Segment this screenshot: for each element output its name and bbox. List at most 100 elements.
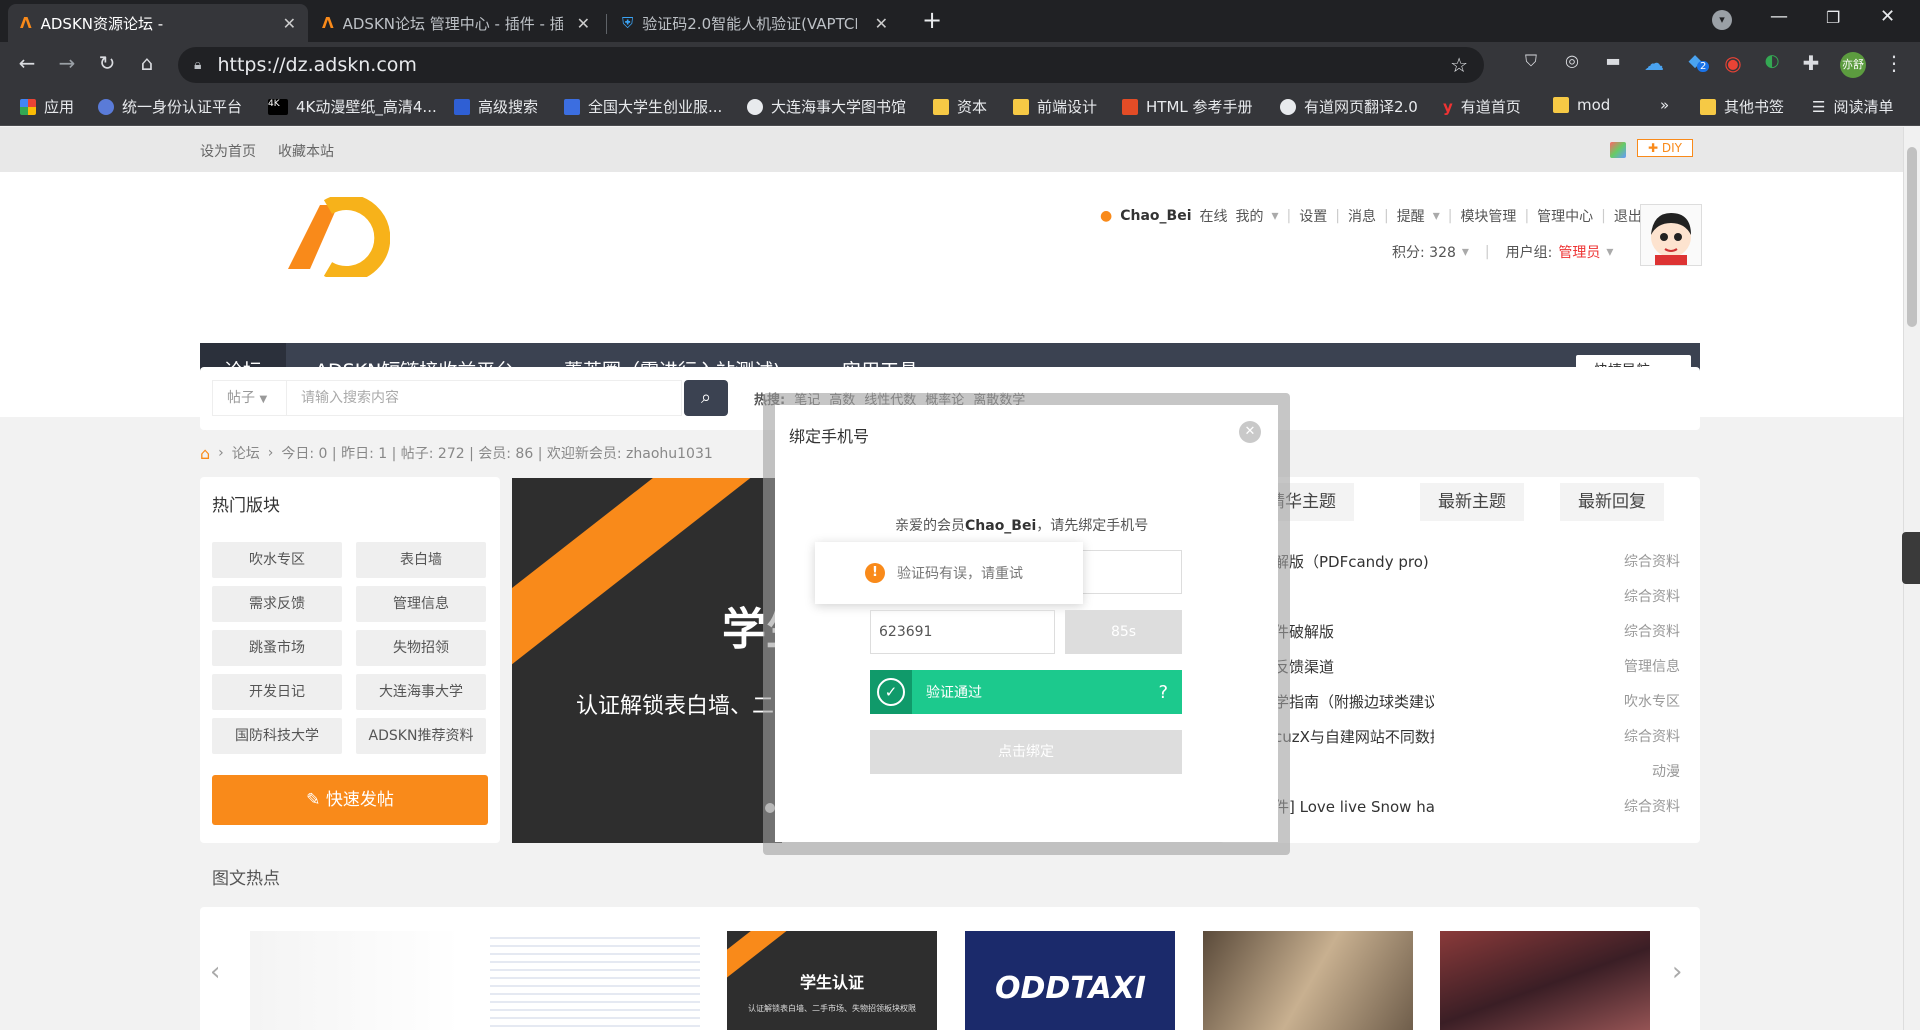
my-menu[interactable]: 我的 bbox=[1236, 206, 1264, 226]
thread-title[interactable]: 件] Love live Snow hala bbox=[1274, 796, 1434, 817]
bookmark-item[interactable]: 高级搜索 bbox=[454, 96, 538, 117]
bookmark-star-icon[interactable]: ☆ bbox=[1450, 53, 1468, 77]
close-tab-icon[interactable]: ✕ bbox=[283, 14, 296, 33]
cloud-extension-icon[interactable]: ☁ bbox=[1640, 51, 1668, 75]
board-chip[interactable]: 开发日记 bbox=[212, 674, 342, 710]
bookmark-item[interactable]: 4K 4K动漫壁纸_高清4... bbox=[268, 96, 437, 117]
board-chip[interactable]: 国防科技大学 bbox=[212, 718, 342, 754]
points-menu[interactable]: 积分: 328 bbox=[1392, 242, 1456, 262]
thread-board[interactable]: 动漫 bbox=[1652, 761, 1680, 781]
side-widget-tab[interactable] bbox=[1902, 532, 1920, 584]
bookmark-item[interactable]: 全国大学生创业服... bbox=[564, 96, 722, 117]
bookmark-folder[interactable]: 前端设计 bbox=[1013, 96, 1097, 117]
color-extension-icon[interactable]: ◉ bbox=[1719, 51, 1747, 75]
gallery-prev-icon[interactable]: ‹ bbox=[210, 957, 220, 987]
board-chip[interactable]: 失物招领 bbox=[356, 630, 486, 666]
board-chip[interactable]: 跳蚤市场 bbox=[212, 630, 342, 666]
board-chip[interactable]: 大连海事大学 bbox=[356, 674, 486, 710]
tab-adskn-forum[interactable]: Ʌ ADSKN资源论坛 - ✕ bbox=[8, 4, 308, 42]
search-type-select[interactable]: 帖子 ▼ bbox=[212, 380, 287, 416]
gallery-thumb-student[interactable]: 学生认证 认证解锁表白墙、二手市场、失物招领板块权限 bbox=[727, 931, 937, 1030]
avatar[interactable] bbox=[1640, 204, 1702, 266]
help-icon[interactable]: ? bbox=[1158, 682, 1168, 703]
bookmark-item[interactable]: y 有道首页 bbox=[1443, 96, 1521, 117]
gallery-thumb-oddtaxi[interactable]: ODDTAXI bbox=[965, 931, 1175, 1030]
bookmark-item[interactable]: 有道网页翻译2.0 bbox=[1280, 96, 1418, 117]
thread-board[interactable]: 管理信息 bbox=[1624, 656, 1680, 676]
thread-board[interactable]: 综合资料 bbox=[1624, 586, 1680, 606]
thread-title[interactable]: 反馈渠道 bbox=[1274, 656, 1434, 677]
bookmark-item[interactable]: 统一身份认证平台 bbox=[98, 96, 242, 117]
glasses-extension-icon[interactable]: ◎ bbox=[1558, 51, 1586, 70]
gallery-thumb[interactable] bbox=[1440, 931, 1650, 1030]
bookmark-site-link[interactable]: 收藏本站 bbox=[278, 141, 334, 161]
chart-extension-icon[interactable]: ◐ bbox=[1758, 51, 1786, 71]
other-bookmarks[interactable]: 其他书签 bbox=[1700, 96, 1784, 117]
search-input[interactable]: 请输入搜索内容 bbox=[287, 380, 682, 416]
restore-icon[interactable]: ❐ bbox=[1826, 8, 1840, 27]
tab-latest-replies[interactable]: 最新回复 bbox=[1560, 483, 1664, 521]
module-manage-link[interactable]: 模块管理 bbox=[1460, 206, 1516, 226]
diy-button[interactable]: ✚ DIY bbox=[1637, 139, 1693, 157]
close-tab-icon[interactable]: ✕ bbox=[875, 14, 888, 33]
extensions-puzzle-icon[interactable]: ✚ bbox=[1797, 51, 1825, 75]
thread-title[interactable]: 解版（PDFcandy pro) bbox=[1274, 551, 1434, 572]
thread-title[interactable]: 学指南（附搬边球类建议) bbox=[1274, 691, 1434, 712]
menu-dots-icon[interactable]: ⋮ bbox=[1880, 51, 1908, 75]
set-home-link[interactable]: 设为首页 bbox=[200, 141, 256, 161]
home-icon[interactable]: ⌂ bbox=[133, 51, 161, 75]
user-group[interactable]: 管理员 bbox=[1558, 242, 1600, 262]
bookmark-apps[interactable]: 应用 bbox=[20, 96, 74, 117]
bookmark-folder[interactable]: mod bbox=[1553, 96, 1610, 114]
thread-board[interactable]: 综合资料 bbox=[1624, 726, 1680, 746]
admin-center-link[interactable]: 管理中心 bbox=[1537, 206, 1593, 226]
board-chip[interactable]: 需求反馈 bbox=[212, 586, 342, 622]
profile-avatar[interactable]: 亦舒 bbox=[1840, 52, 1866, 78]
gallery-next-icon[interactable]: › bbox=[1672, 957, 1682, 987]
send-code-countdown[interactable]: 85s bbox=[1065, 610, 1182, 654]
adskn-logo[interactable] bbox=[280, 197, 390, 277]
reading-list[interactable]: ☰ 阅读清单 bbox=[1812, 96, 1893, 117]
new-tab-button[interactable]: + bbox=[922, 6, 942, 34]
thread-board[interactable]: 吹水专区 bbox=[1624, 691, 1680, 711]
search-button[interactable]: ⌕ bbox=[684, 380, 728, 416]
ublock-extension-icon[interactable]: ⛉ bbox=[1517, 51, 1545, 71]
close-tab-icon[interactable]: ✕ bbox=[577, 14, 590, 33]
folder-extension-icon[interactable]: ▬ bbox=[1599, 51, 1627, 70]
banner-slider[interactable]: 学生 认证解锁表白墙、二 bbox=[512, 478, 782, 843]
bookmark-folder[interactable]: 资本 bbox=[933, 96, 987, 117]
quick-post-button[interactable]: ✎ 快速发帖 bbox=[212, 775, 488, 825]
gallery-thumb[interactable] bbox=[1203, 931, 1413, 1030]
minimize-icon[interactable]: — bbox=[1770, 6, 1788, 27]
back-icon[interactable]: ← bbox=[13, 51, 41, 75]
close-modal-icon[interactable]: ✕ bbox=[1239, 421, 1261, 443]
close-window-icon[interactable]: ✕ bbox=[1880, 6, 1895, 27]
gallery-thumb[interactable] bbox=[250, 931, 460, 1030]
gallery-thumb[interactable] bbox=[490, 931, 700, 1030]
board-chip[interactable]: 吹水专区 bbox=[212, 542, 342, 578]
bookmark-item[interactable]: HTML 参考手册 bbox=[1122, 96, 1253, 117]
tab-admin-plugins[interactable]: Ʌ ADSKN论坛 管理中心 - 插件 - 插 ✕ bbox=[310, 4, 602, 42]
settings-link[interactable]: 设置 bbox=[1299, 206, 1327, 226]
board-chip[interactable]: 表白墙 bbox=[356, 542, 486, 578]
home-icon[interactable]: ⌂ bbox=[200, 444, 210, 463]
thread-title[interactable]: cuzX与自建网站不同数据 bbox=[1274, 726, 1434, 747]
board-chip[interactable]: 管理信息 bbox=[356, 586, 486, 622]
forward-icon[interactable]: → bbox=[53, 51, 81, 75]
bookmarks-overflow[interactable]: » bbox=[1660, 96, 1669, 114]
tab-search-icon[interactable]: ▾ bbox=[1712, 10, 1732, 30]
translate-extension-icon[interactable]: ◆ 2 bbox=[1681, 51, 1710, 72]
thread-board[interactable]: 综合资料 bbox=[1624, 796, 1680, 816]
thread-board[interactable]: 综合资料 bbox=[1624, 551, 1680, 571]
breadcrumb-forum[interactable]: 论坛 bbox=[232, 443, 260, 463]
address-bar[interactable]: 🔒︎ https://dz.adskn.com ☆ bbox=[178, 47, 1484, 83]
reload-icon[interactable]: ↻ bbox=[93, 51, 121, 75]
username-link[interactable]: Chao_Bei bbox=[1120, 208, 1191, 224]
captcha-verified[interactable]: ✓ 验证通过 ? bbox=[870, 670, 1182, 714]
bind-button[interactable]: 点击绑定 bbox=[870, 730, 1182, 774]
tab-latest-threads[interactable]: 最新主题 bbox=[1420, 483, 1524, 521]
bookmark-item[interactable]: 大连海事大学图书馆 bbox=[747, 96, 906, 117]
board-chip[interactable]: ADSKN推荐资料 bbox=[356, 718, 486, 754]
url-text[interactable]: https://dz.adskn.com bbox=[217, 54, 416, 76]
sms-code-input[interactable]: 623691 bbox=[870, 610, 1055, 654]
